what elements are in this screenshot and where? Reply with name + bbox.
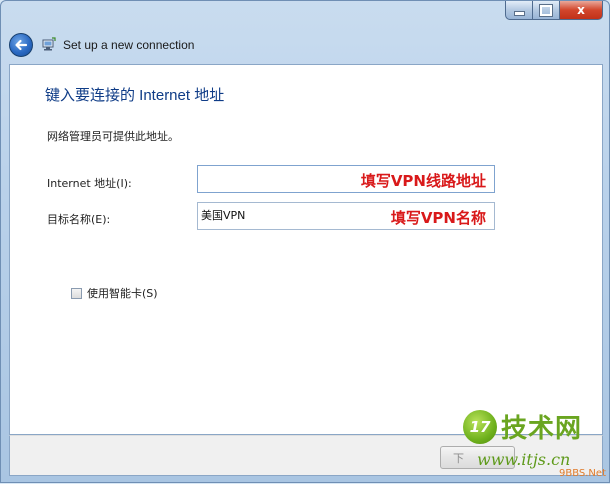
content-panel: 键入要连接的 Internet 地址 网络管理员可提供此地址。 Internet… (9, 64, 603, 435)
page-heading: 键入要连接的 Internet 地址 (45, 87, 225, 104)
watermark-sub: 9BBS.Net (559, 468, 606, 479)
close-icon: x (577, 3, 585, 17)
minimize-icon (513, 10, 525, 16)
minimize-button[interactable] (505, 1, 532, 20)
back-arrow-icon (15, 39, 28, 51)
titlebar: Set up a new connection (9, 31, 194, 59)
admin-info-text: 网络管理员可提供此地址。 (47, 130, 179, 143)
window-frame: x Set up a new connection 键入要连接的 Interne… (0, 0, 610, 483)
window-title: Set up a new connection (63, 38, 195, 52)
destination-name-input[interactable]: 美国VPN 填写VPN名称 (197, 202, 495, 230)
internet-address-input[interactable]: 填写VPN线路地址 (197, 165, 495, 193)
destination-name-annotation: 填写VPN名称 (390, 209, 486, 227)
watermark-text: 技术网 (501, 414, 583, 444)
internet-address-label: Internet 地址(I): (47, 177, 132, 190)
smart-card-option[interactable]: 使用智能卡(S) (71, 285, 158, 301)
smart-card-label: 使用智能卡(S) (87, 287, 158, 300)
watermark-url: www.itjs.cn (477, 450, 571, 469)
destination-name-label: 目标名称(E): (47, 213, 111, 226)
back-button[interactable] (9, 33, 33, 57)
watermark: 17 技术网 www.itjs.cn 9BBS.Net (463, 406, 610, 484)
smart-card-checkbox[interactable] (71, 287, 82, 299)
destination-name-value: 美国VPN (201, 209, 246, 222)
close-button[interactable]: x (559, 1, 603, 20)
internet-address-annotation: 填写VPN线路地址 (360, 172, 486, 190)
network-connection-icon (41, 37, 57, 53)
maximize-icon (539, 3, 553, 17)
watermark-logo: 17 (463, 410, 497, 444)
maximize-button[interactable] (532, 1, 559, 20)
caption-buttons: x (505, 1, 603, 21)
